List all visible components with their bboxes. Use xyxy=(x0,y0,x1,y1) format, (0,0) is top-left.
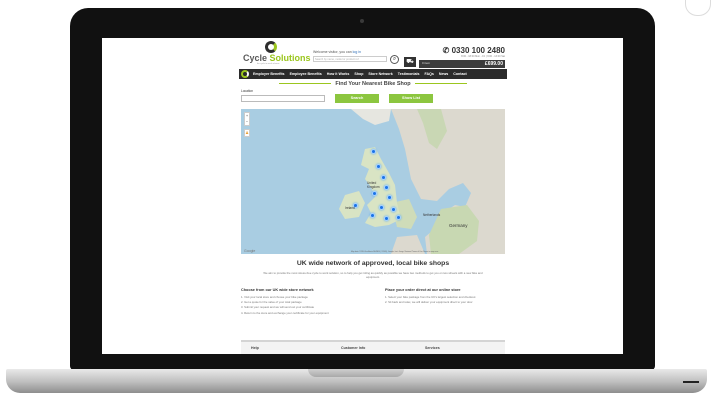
google-logo: Google xyxy=(244,249,256,253)
footer-customer-info[interactable]: Customer Info xyxy=(341,346,425,354)
map-label-ireland: Ireland xyxy=(345,206,355,210)
basket-icon[interactable]: ⛟ xyxy=(404,57,416,67)
nav-employee-benefits[interactable]: Employee Benefits xyxy=(290,72,322,76)
store-pin[interactable] xyxy=(372,191,377,196)
map-label-netherlands: Netherlands xyxy=(423,213,441,217)
logo-tagline: the cycle to work scheme xyxy=(257,63,280,65)
nav-logo-icon[interactable] xyxy=(241,70,249,78)
zoom-out-button[interactable]: − xyxy=(245,119,249,125)
list-item: 2. Sit back and relax, we will deliver y… xyxy=(385,300,473,305)
nav-testimonials[interactable]: Testimonials xyxy=(398,72,420,76)
search-input[interactable]: Search by name, model or product ref xyxy=(313,56,387,62)
network-intro: We aim to provide the most stress-free c… xyxy=(263,271,483,279)
site-logo[interactable]: Cycle Solutions xyxy=(243,53,311,63)
laptop-mockup-scene: Cycle Solutions the cycle to work scheme… xyxy=(0,0,713,399)
nav-contact[interactable]: Contact xyxy=(453,72,466,76)
store-pin[interactable] xyxy=(370,213,375,218)
basket-items: 0 item xyxy=(422,61,431,65)
main-navigation: Employer Benefits Employee Benefits How … xyxy=(239,69,507,79)
nav-employer-benefits[interactable]: Employer Benefits xyxy=(253,72,285,76)
store-pin[interactable] xyxy=(384,216,389,221)
welcome-text: Welcome visitor, you can log in xyxy=(313,50,361,54)
decorative-dash xyxy=(683,381,699,383)
map-attribution[interactable]: Map data ©2016 GeoBasis-DE/BKG (©2009), … xyxy=(351,251,438,253)
list-item: 4. Return to the store and exchange your… xyxy=(241,310,329,315)
laptop-screen: Cycle Solutions the cycle to work scheme… xyxy=(102,38,623,354)
online-steps: 1. Select your bike package from the UK'… xyxy=(385,295,513,305)
nav-news[interactable]: News xyxy=(439,72,448,76)
store-pin[interactable] xyxy=(391,207,396,212)
store-map[interactable]: + − ♟ United Kingdom Ireland Netherlands… xyxy=(241,109,505,254)
online-store-heading: Place your order direct at our online st… xyxy=(385,288,461,292)
store-pin[interactable] xyxy=(371,149,376,154)
network-heading: UK wide network of approved, local bike … xyxy=(296,260,450,267)
nav-store-network[interactable]: Store Network xyxy=(368,72,392,76)
zoom-control[interactable]: + − xyxy=(244,112,250,126)
store-network-heading: Choose from our UK wide store network xyxy=(241,288,314,292)
store-steps: 1. Visit your local store and choose you… xyxy=(241,295,369,316)
online-store-column: Place your order direct at our online st… xyxy=(385,288,513,305)
location-input[interactable] xyxy=(241,95,325,102)
store-pin[interactable] xyxy=(379,205,384,210)
store-pin[interactable] xyxy=(396,215,401,220)
location-label: Location xyxy=(241,89,254,93)
nav-shop[interactable]: Shop xyxy=(354,72,363,76)
store-network-column: Choose from our UK wide store network 1.… xyxy=(241,288,369,316)
search-icon[interactable]: ⌕ xyxy=(390,55,399,64)
basket-total: £699.00 xyxy=(484,60,503,67)
store-pin[interactable] xyxy=(376,164,381,169)
map-label-germany: Germany xyxy=(449,223,468,228)
decorative-corner xyxy=(685,0,711,16)
show-list-button[interactable]: Show List xyxy=(389,94,433,103)
logo-icon[interactable] xyxy=(265,41,277,53)
footer-help[interactable]: Help xyxy=(251,346,341,354)
finder-title: Find Your Nearest Bike Shop xyxy=(239,81,507,87)
webcam-icon xyxy=(360,19,364,23)
laptop-lid: Cycle Solutions the cycle to work scheme… xyxy=(70,8,655,370)
opening-hours: 8:00 - 18:00 Mon - Fri | 9:00 - 13:00 Sa… xyxy=(461,55,505,58)
nav-faqs[interactable]: FAQs xyxy=(424,72,433,76)
laptop-notch xyxy=(308,369,404,377)
map-label-uk: United Kingdom xyxy=(367,181,380,189)
store-pin[interactable] xyxy=(381,175,386,180)
phone-number: ✆ 0330 100 2480 xyxy=(442,46,505,55)
site-header: Cycle Solutions the cycle to work scheme… xyxy=(239,38,507,68)
nav-how-it-works[interactable]: How it Works xyxy=(327,72,350,76)
site-footer: Help Customer Info Services xyxy=(241,340,505,354)
store-finder-page: Cycle Solutions the cycle to work scheme… xyxy=(239,38,507,354)
footer-services[interactable]: Services xyxy=(425,346,440,354)
search-button[interactable]: Search xyxy=(335,94,379,103)
login-link[interactable]: log in xyxy=(353,50,361,54)
store-pin[interactable] xyxy=(387,195,392,200)
street-view-icon[interactable]: ♟ xyxy=(244,129,250,137)
